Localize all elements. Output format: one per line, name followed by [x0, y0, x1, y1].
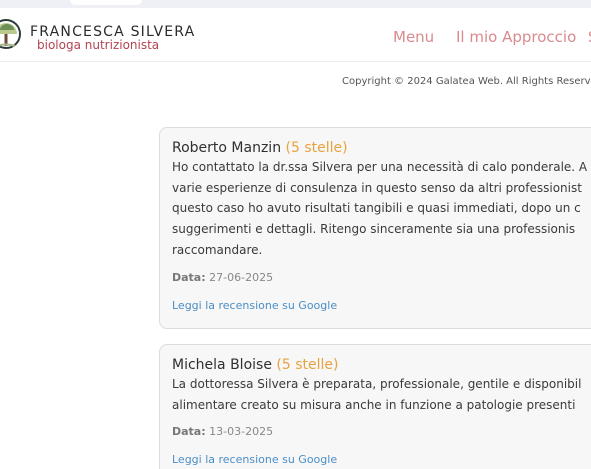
nav-item-menu[interactable]: Menu — [393, 28, 434, 46]
review-text-line: varie esperienze di consulenza in questo… — [172, 180, 582, 195]
review-date: Data: 27-06-2025 — [172, 271, 591, 284]
site-header: FRANCESCA SILVERA biologa nutrizionista … — [0, 8, 591, 62]
review-text: La dottoressa Silvera è preparata, profe… — [172, 374, 591, 415]
review-text-line: suggerimenti e dettagli. Ritengo sincera… — [172, 222, 576, 237]
review-stars: (5 stelle) — [285, 140, 348, 156]
review-card: Roberto Manzin (5 stelle) Ho contattato … — [159, 127, 591, 329]
review-date-label: Data: — [172, 270, 206, 284]
browser-tab-edge — [70, 0, 142, 5]
review-author-line: Michela Bloise (5 stelle) — [172, 356, 591, 374]
top-strip — [0, 0, 591, 8]
review-text: Ho contattato la dr.ssa Silvera per una … — [172, 157, 591, 261]
review-text-line: La dottoressa Silvera è preparata, profe… — [172, 377, 582, 391]
nav-item-approccio[interactable]: Il mio Approccio — [456, 28, 576, 46]
tree-logo-icon[interactable] — [0, 16, 24, 62]
review-author: Michela Bloise — [172, 357, 272, 373]
review-stars: (5 stelle) — [276, 357, 339, 373]
review-text-line: alimentare creato su misura anche in fun… — [172, 397, 576, 412]
review-card: Michela Bloise (5 stelle) La dottoressa … — [159, 344, 591, 469]
review-text-line: questo caso ho avuto risultati tangibili… — [172, 201, 581, 216]
review-author: Roberto Manzin — [172, 140, 282, 156]
brand-subtitle: biologa nutrizionista — [37, 38, 160, 52]
google-review-link[interactable]: Leggi la recensione su Google — [172, 453, 337, 466]
review-date-value: 27-06-2025 — [209, 270, 274, 284]
google-review-link[interactable]: Leggi la recensione su Google — [172, 299, 337, 312]
copyright-text: Copyright © 2024 Galatea Web. All Rights… — [342, 76, 591, 87]
review-date-value: 13-03-2025 — [209, 425, 274, 439]
review-text-line: Ho contattato la dr.ssa Silvera per una … — [172, 160, 588, 174]
review-text-line: raccomandare. — [172, 242, 263, 257]
review-date: Data: 13-03-2025 — [172, 425, 591, 438]
review-author-line: Roberto Manzin (5 stelle) — [172, 139, 591, 157]
review-date-label: Data: — [172, 425, 206, 439]
